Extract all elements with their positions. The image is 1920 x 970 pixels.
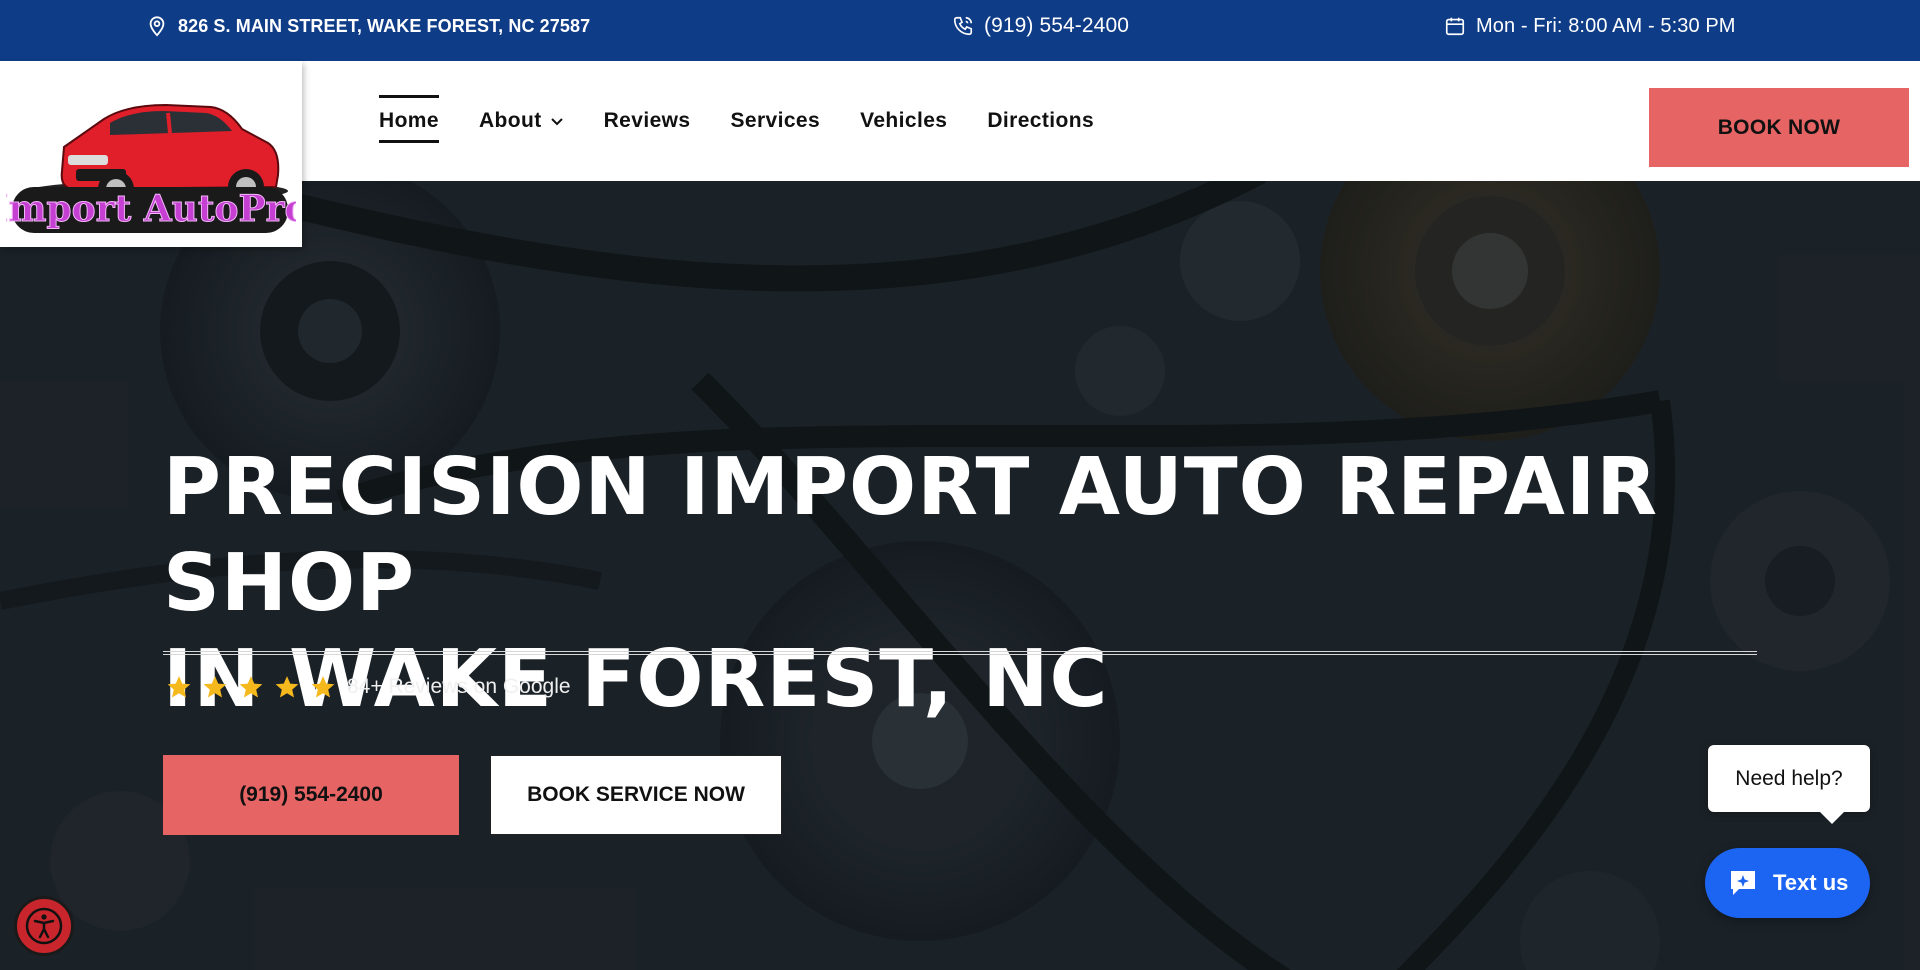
nav-item-vehicles[interactable]: Vehicles bbox=[860, 109, 947, 133]
rating-text[interactable]: 84+ Reviews on Google bbox=[347, 675, 571, 699]
nav-item-label: About bbox=[478, 109, 542, 132]
hero-title-line-1: PRECISION IMPORT AUTO REPAIR SHOP bbox=[163, 441, 1659, 629]
nav-item-services[interactable]: Services bbox=[730, 109, 820, 133]
star-icon bbox=[311, 676, 335, 698]
nav-item-about[interactable]: About bbox=[479, 109, 564, 133]
nav-item-reviews[interactable]: Reviews bbox=[604, 109, 691, 133]
phone-info[interactable]: (919) 554-2400 bbox=[952, 0, 1129, 52]
google-rating: 84+ Reviews on Google bbox=[166, 674, 571, 700]
chat-prompt-text: Need help? bbox=[1735, 766, 1843, 790]
phone-icon bbox=[953, 16, 973, 36]
hero-section: PRECISION IMPORT AUTO REPAIR SHOP IN WAK… bbox=[0, 181, 1920, 970]
text-us-button[interactable]: Text us bbox=[1705, 848, 1870, 918]
nav-item-label: Reviews bbox=[603, 109, 691, 132]
phone-text: (919) 554-2400 bbox=[984, 14, 1130, 37]
star-icon bbox=[275, 676, 299, 698]
hero-divider bbox=[163, 651, 1757, 655]
chat-sparkle-icon bbox=[1731, 871, 1755, 895]
nav-item-label: Directions bbox=[987, 109, 1095, 132]
chat-prompt-bubble[interactable]: Need help? bbox=[1708, 745, 1870, 824]
accessibility-icon bbox=[25, 907, 63, 945]
call-button[interactable]: (919) 554-2400 bbox=[163, 755, 459, 835]
top-info-bar: 826 S. MAIN STREET, WAKE FOREST, NC 2758… bbox=[0, 0, 1920, 61]
nav-menu: Home About Reviews Services Vehicles Dir… bbox=[379, 61, 1134, 181]
accessibility-button[interactable] bbox=[14, 896, 74, 956]
logo-text: Import AutoPro bbox=[6, 188, 296, 230]
nav-item-home[interactable]: Home bbox=[379, 95, 439, 143]
hours-info: Mon - Fri: 8:00 AM - 5:30 PM bbox=[1444, 0, 1736, 52]
star-icon bbox=[167, 676, 191, 698]
star-icon bbox=[239, 676, 263, 698]
address-text: 826 S. MAIN STREET, WAKE FOREST, NC 2758… bbox=[178, 15, 591, 36]
car-logo-icon: Import AutoPro bbox=[6, 103, 296, 233]
nav-item-label: Home bbox=[379, 109, 439, 132]
chevron-down-icon bbox=[550, 118, 563, 126]
rating-stars bbox=[166, 674, 336, 700]
location-pin-icon bbox=[149, 16, 165, 37]
logo[interactable]: Import AutoPro bbox=[0, 61, 302, 247]
book-service-button[interactable]: BOOK SERVICE NOW bbox=[490, 755, 782, 835]
nav-item-label: Vehicles bbox=[860, 109, 948, 132]
book-now-button[interactable]: BOOK NOW bbox=[1649, 88, 1909, 167]
hours-text: Mon - Fri: 8:00 AM - 5:30 PM bbox=[1476, 14, 1736, 37]
calendar-icon bbox=[1445, 17, 1465, 36]
nav-item-label: Services bbox=[730, 109, 821, 132]
text-us-label: Text us bbox=[1773, 870, 1849, 895]
nav-item-directions[interactable]: Directions bbox=[987, 109, 1094, 133]
star-icon bbox=[203, 676, 227, 698]
address-info[interactable]: 826 S. MAIN STREET, WAKE FOREST, NC 2758… bbox=[146, 0, 590, 52]
